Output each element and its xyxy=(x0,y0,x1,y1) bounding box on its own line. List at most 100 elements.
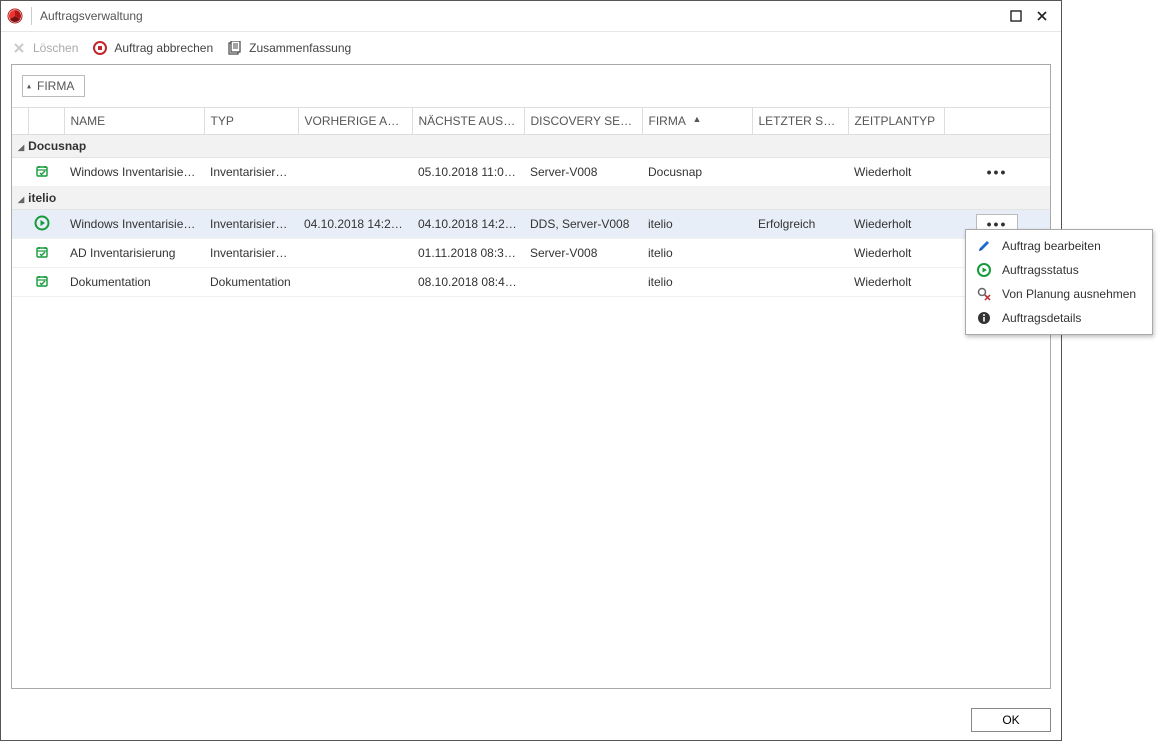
cell-disc xyxy=(524,268,642,297)
ctx-edit-label: Auftrag bearbeiten xyxy=(1002,239,1101,253)
cell-typ: Inventarisierung xyxy=(204,210,298,239)
schedule-icon xyxy=(34,244,50,260)
table-row[interactable]: AD InventarisierungInventarisierung 01.11… xyxy=(12,239,1050,268)
cell-icon xyxy=(28,239,64,268)
cell-actions: ••• xyxy=(944,158,1050,187)
cell-expander xyxy=(12,210,28,239)
chevron-down-icon: ◢ xyxy=(18,195,24,204)
cell-icon xyxy=(28,268,64,297)
cell-status xyxy=(752,158,848,187)
summary-button[interactable]: Zusammenfassung xyxy=(227,40,351,56)
col-expander[interactable] xyxy=(12,108,28,135)
table-row[interactable]: DokumentationDokumentation 08.10.2018 08:… xyxy=(12,268,1050,297)
col-firma[interactable]: FIRMA ▲ xyxy=(642,108,752,135)
table-header-row: NAME TYP VORHERIGE AUSF... NÄCHSTE AUSFÜ… xyxy=(12,108,1050,135)
delete-button: Löschen xyxy=(11,40,78,56)
chevron-up-icon: ▴ xyxy=(27,82,31,91)
col-next[interactable]: NÄCHSTE AUSFÜ... xyxy=(412,108,524,135)
cancel-job-button[interactable]: Auftrag abbrechen xyxy=(92,40,213,56)
col-actions[interactable] xyxy=(944,108,1050,135)
col-firma-label: FIRMA xyxy=(649,114,686,128)
cell-icon xyxy=(28,158,64,187)
cell-next: 04.10.2018 14:26:23 xyxy=(412,210,524,239)
close-button[interactable] xyxy=(1029,6,1055,26)
cell-name: Dokumentation xyxy=(64,268,204,297)
sort-asc-icon: ▲ xyxy=(693,114,702,124)
table-row[interactable]: Windows Inventarisieru...Inventarisierun… xyxy=(12,158,1050,187)
chevron-down-icon: ◢ xyxy=(18,143,24,152)
cell-prev xyxy=(298,239,412,268)
cell-zeit: Wiederholt xyxy=(848,239,944,268)
col-typ[interactable]: TYP xyxy=(204,108,298,135)
delete-label: Löschen xyxy=(33,41,78,55)
schedule-icon xyxy=(34,163,50,179)
cell-prev xyxy=(298,268,412,297)
cell-status: Erfolgreich xyxy=(752,210,848,239)
cell-name: AD Inventarisierung xyxy=(64,239,204,268)
cell-disc: DDS, Server-V008 xyxy=(524,210,642,239)
col-status[interactable]: LETZTER STATUS xyxy=(752,108,848,135)
table-row[interactable]: Windows Inventarisieru...Inventarisierun… xyxy=(12,210,1050,239)
cell-name: Windows Inventarisieru... xyxy=(64,210,204,239)
schedule-icon xyxy=(34,273,50,289)
cell-zeit: Wiederholt xyxy=(848,158,944,187)
col-zeit[interactable]: ZEITPLANTYP xyxy=(848,108,944,135)
pencil-icon xyxy=(976,238,992,254)
col-name[interactable]: NAME xyxy=(64,108,204,135)
cell-firma: itelio xyxy=(642,268,752,297)
summary-icon xyxy=(227,40,243,56)
play-icon xyxy=(34,215,50,231)
maximize-button[interactable] xyxy=(1003,6,1029,26)
cell-next: 01.11.2018 08:38:06 xyxy=(412,239,524,268)
cell-typ: Dokumentation xyxy=(204,268,298,297)
group-label: itelio xyxy=(28,191,56,205)
cell-status xyxy=(752,268,848,297)
cell-firma: Docusnap xyxy=(642,158,752,187)
ctx-edit-job[interactable]: Auftrag bearbeiten xyxy=(966,234,1152,258)
ctx-exclude-label: Von Planung ausnehmen xyxy=(1002,287,1136,301)
ctx-job-status[interactable]: Auftragsstatus xyxy=(966,258,1152,282)
main-panel: ▴ FIRMA NAME TYP VORHERIGE AUSF... NÄCHS… xyxy=(11,64,1051,689)
jobs-table: NAME TYP VORHERIGE AUSF... NÄCHSTE AUSFÜ… xyxy=(12,107,1050,297)
cell-zeit: Wiederholt xyxy=(848,210,944,239)
stop-icon xyxy=(92,40,108,56)
cell-firma: itelio xyxy=(642,239,752,268)
ctx-exclude[interactable]: Von Planung ausnehmen xyxy=(966,282,1152,306)
group-by-chip[interactable]: ▴ FIRMA xyxy=(22,75,85,97)
cell-status xyxy=(752,239,848,268)
cell-name: Windows Inventarisieru... xyxy=(64,158,204,187)
cell-expander xyxy=(12,268,28,297)
ctx-details[interactable]: Auftragsdetails xyxy=(966,306,1152,330)
titlebar: Auftragsverwaltung xyxy=(1,1,1061,32)
cell-disc: Server-V008 xyxy=(524,239,642,268)
row-actions-button[interactable]: ••• xyxy=(976,162,1018,182)
cell-zeit: Wiederholt xyxy=(848,268,944,297)
cell-typ: Inventarisierung xyxy=(204,239,298,268)
table-group-row[interactable]: ◢Docusnap xyxy=(12,135,1050,158)
ctx-status-label: Auftragsstatus xyxy=(1002,263,1079,277)
window-title: Auftragsverwaltung xyxy=(40,9,143,23)
cell-disc: Server-V008 xyxy=(524,158,642,187)
cell-firma: itelio xyxy=(642,210,752,239)
col-icon[interactable] xyxy=(28,108,64,135)
col-prev[interactable]: VORHERIGE AUSF... xyxy=(298,108,412,135)
exclude-icon xyxy=(976,286,992,302)
titlebar-separator xyxy=(31,7,32,25)
ctx-details-label: Auftragsdetails xyxy=(1002,311,1081,325)
col-disc[interactable]: DISCOVERY SERVICE xyxy=(524,108,642,135)
cell-prev: 04.10.2018 14:25:45 xyxy=(298,210,412,239)
cell-expander xyxy=(12,239,28,268)
cancel-job-label: Auftrag abbrechen xyxy=(114,41,213,55)
info-icon xyxy=(976,310,992,326)
context-menu: Auftrag bearbeiten Auftragsstatus Von Pl… xyxy=(965,229,1153,335)
cell-next: 08.10.2018 08:45:16 xyxy=(412,268,524,297)
ok-button[interactable]: OK xyxy=(971,708,1051,732)
toolbar: Löschen Auftrag abbrechen Zusammenfassun… xyxy=(1,32,1061,64)
cell-typ: Inventarisierung xyxy=(204,158,298,187)
cell-expander xyxy=(12,158,28,187)
summary-label: Zusammenfassung xyxy=(249,41,351,55)
cell-prev xyxy=(298,158,412,187)
footer: OK xyxy=(971,708,1051,732)
table-group-row[interactable]: ◢ itelio xyxy=(12,187,1050,210)
app-icon xyxy=(7,8,23,24)
